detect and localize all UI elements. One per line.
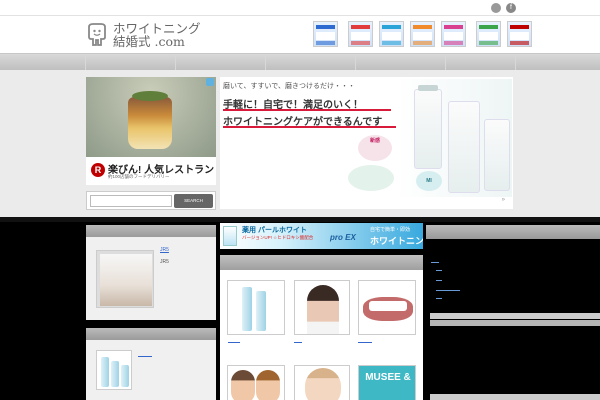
header-banners: [313, 21, 532, 47]
post-link[interactable]: [138, 356, 152, 357]
adchoices-icon[interactable]: [206, 78, 214, 86]
banner-tagline: 自宅で簡単・即効: [370, 227, 411, 233]
rss-icon[interactable]: [491, 3, 501, 13]
search-box: SEARCH: [86, 191, 216, 210]
pearl-white-banner[interactable]: 薬用 パールホワイト バージョンUP! ☆ヒドロキシ酸配合 pro EX 自宅で…: [220, 223, 423, 249]
sidebar-link[interactable]: [436, 270, 442, 271]
banner-title: 薬用 パールホワイト: [242, 227, 307, 234]
sidebar-bar: [430, 320, 600, 326]
nav-item[interactable]: [176, 54, 266, 71]
model-thumb[interactable]: [294, 365, 350, 400]
header-banner-6[interactable]: [476, 21, 501, 47]
logo-line-2: 結婚式 .com: [113, 34, 185, 49]
teeth-thumb[interactable]: [358, 280, 416, 335]
banner-headline: ホワイトニング: [370, 236, 423, 246]
section-header: [220, 255, 423, 270]
more-arrow-icon[interactable]: »: [502, 197, 505, 203]
post-link[interactable]: [358, 342, 372, 343]
sidebar-link[interactable]: [431, 262, 439, 263]
header-banner-1[interactable]: [313, 21, 338, 47]
sidebar-link[interactable]: [436, 290, 460, 291]
coating-badge: [348, 165, 394, 191]
restaurant-ad[interactable]: R 楽びん! 人気レストラン 約100店舗のフードデリバリー: [86, 77, 216, 185]
banner-sub: バージョンUP! ☆ヒドロキシ酸配合: [242, 235, 314, 240]
facebook-icon[interactable]: f: [506, 3, 516, 13]
post-title-link[interactable]: JR5: [160, 247, 169, 253]
post-link[interactable]: [294, 342, 302, 343]
header-banner-4[interactable]: [410, 21, 435, 47]
header-banner-7[interactable]: [507, 21, 532, 47]
product-bottles: MI: [396, 79, 512, 197]
red-underline: [223, 126, 419, 128]
feature-badge: MI: [416, 171, 442, 191]
post-thumbnail[interactable]: [96, 350, 132, 390]
nav-item[interactable]: [446, 54, 516, 71]
ad-subtext: 約100店舗のフードデリバリー: [108, 174, 170, 179]
banner-proex: pro EX: [330, 233, 356, 242]
whitening-ad[interactable]: 磨いて、すすいで、磨きつけるだけ・・・ 手軽に！自宅で！満足のいく！ ホワイトニ…: [220, 77, 513, 209]
product-icon: [223, 226, 237, 246]
nav-item[interactable]: [266, 54, 356, 71]
nav-item[interactable]: [0, 54, 86, 71]
sidebar-left-widget-2: [86, 328, 216, 400]
widget-header: [86, 328, 216, 340]
sidebar-link[interactable]: [436, 280, 442, 281]
sidebar-bar: [430, 313, 600, 319]
post-caption: JR5: [160, 259, 169, 265]
ad-line-1: 磨いて、すすいで、磨きつけるだけ・・・: [223, 83, 355, 90]
rakuten-logo-icon: R: [91, 163, 105, 177]
nav-item[interactable]: [356, 54, 446, 71]
sidebar-left-widget: JR5 JR5: [86, 225, 216, 320]
header-banner-5[interactable]: [441, 21, 466, 47]
post-link[interactable]: [228, 342, 240, 343]
toothpaste-thumb[interactable]: [227, 280, 285, 335]
top-bar: f: [0, 0, 600, 16]
widget-header: [426, 225, 600, 239]
tooth-icon: [88, 23, 106, 46]
search-input[interactable]: [90, 195, 172, 207]
site-logo[interactable]: ホワイトニング 結婚式 .com: [86, 22, 201, 48]
main-band: R 楽びん! 人気レストラン 約100店舗のフードデリバリー SEARCH 磨い…: [0, 70, 600, 217]
smile-thumb[interactable]: [227, 365, 285, 400]
nav-item[interactable]: [86, 54, 176, 71]
musee-text: MUSEE &: [365, 372, 411, 383]
dessert-photo: [86, 77, 216, 157]
site-header: ホワイトニング 結婚式 .com: [0, 16, 600, 53]
global-nav: [0, 53, 600, 71]
sidebar-link[interactable]: [436, 298, 442, 299]
header-banner-2[interactable]: [348, 21, 373, 47]
musee-thumb[interactable]: MUSEE &: [358, 365, 416, 400]
woman-thumb[interactable]: [294, 280, 350, 335]
widget-header: [86, 225, 216, 237]
post-grid: MUSEE &: [220, 255, 423, 400]
red-underline: [223, 109, 391, 111]
post-thumbnail[interactable]: [96, 250, 154, 308]
header-banner-3[interactable]: [379, 21, 404, 47]
search-button[interactable]: SEARCH: [174, 194, 213, 208]
divider: [0, 217, 600, 222]
feature-badge: 新感: [358, 135, 392, 161]
sidebar-bar: [430, 394, 600, 400]
